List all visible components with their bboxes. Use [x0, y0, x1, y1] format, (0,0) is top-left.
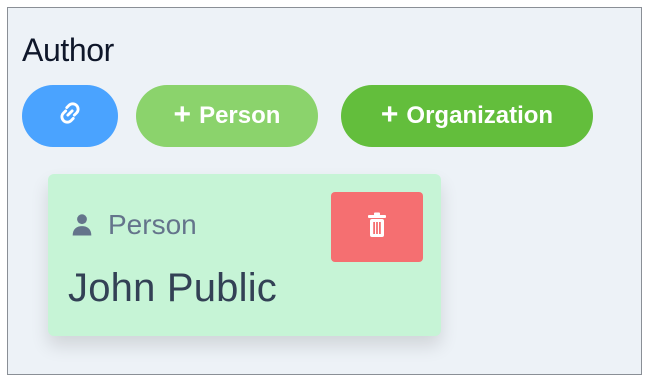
delete-author-button[interactable]: [331, 192, 423, 262]
add-organization-button[interactable]: + Organization: [341, 85, 593, 147]
plus-icon: +: [173, 98, 192, 131]
add-person-button[interactable]: + Person: [136, 85, 318, 147]
add-person-label: Person: [199, 102, 281, 129]
add-organization-label: Organization: [406, 102, 554, 129]
author-type: Person: [68, 209, 197, 241]
author-type-label: Person: [108, 209, 197, 240]
plus-icon: +: [380, 98, 399, 131]
link-author-button[interactable]: [22, 85, 118, 147]
user-icon: [68, 211, 96, 239]
link-icon: [57, 100, 83, 133]
author-panel: Author + Person + Organization Person Jo…: [7, 7, 642, 375]
author-name: John Public: [68, 266, 277, 310]
author-card: Person John Public: [48, 174, 441, 336]
trash-icon: [366, 212, 388, 243]
section-title: Author: [22, 32, 114, 68]
